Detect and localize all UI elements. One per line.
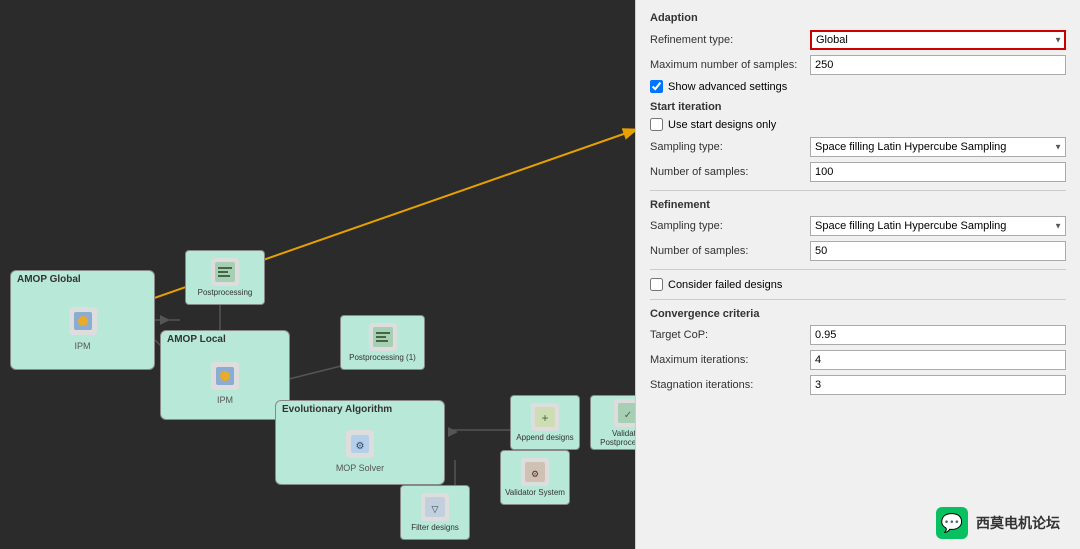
validator-system-label: Validator System <box>505 488 565 497</box>
divider-1 <box>650 190 1066 191</box>
num-samples-start-row: Number of samples: <box>650 162 1066 182</box>
watermark-text: 西莫电机论坛 <box>976 513 1060 533</box>
amop-global-icon <box>69 307 97 335</box>
postprocessing-label-2: Postprocessing (1) <box>349 353 416 362</box>
validator-system-node[interactable]: ⚙ Validator System <box>500 450 570 505</box>
amop-local-sub: IPM <box>217 395 233 405</box>
main-area: AMOP Global IPM <box>0 0 1080 549</box>
amop-global-node[interactable]: AMOP Global IPM <box>10 270 155 370</box>
max-samples-label: Maximum number of samples: <box>650 59 810 71</box>
append-designs-label: Append designs <box>516 433 573 442</box>
max-samples-row: Maximum number of samples: <box>650 55 1066 75</box>
filter-designs-node[interactable]: ▽ Filter designs <box>400 485 470 540</box>
validator-system-icon: ⚙ <box>521 458 549 486</box>
amop-global-sub: IPM <box>74 341 90 351</box>
num-samples-ref-row: Number of samples: <box>650 241 1066 261</box>
svg-text:✓: ✓ <box>623 410 631 421</box>
postprocessing-label-1: Postprocessing <box>198 288 253 297</box>
use-start-designs-row: Use start designs only <box>650 118 1066 131</box>
evolutionary-title: Evolutionary Algorithm <box>276 401 398 418</box>
sampling-type-ref-select[interactable]: Space filling Latin Hypercube Sampling <box>810 216 1066 236</box>
adaption-section-title: Adaption <box>650 12 1066 24</box>
amop-local-node[interactable]: AMOP Local IPM <box>160 330 290 420</box>
svg-text:▽: ▽ <box>432 504 439 514</box>
convergence-title: Convergence criteria <box>650 308 1066 320</box>
evolutionary-icon: ⚙ <box>346 430 374 458</box>
show-advanced-checkbox[interactable] <box>650 80 663 93</box>
start-iteration-title: Start iteration <box>650 101 1066 113</box>
divider-2 <box>650 269 1066 270</box>
refinement-type-row: Refinement type: Global <box>650 30 1066 50</box>
wechat-icon: 💬 <box>936 507 968 539</box>
amop-local-title: AMOP Local <box>161 331 232 348</box>
target-cop-label: Target CoP: <box>650 329 810 341</box>
num-samples-start-label: Number of samples: <box>650 166 810 178</box>
amop-global-title: AMOP Global <box>11 271 87 288</box>
sampling-type-ref-row: Sampling type: Space filling Latin Hyper… <box>650 216 1066 236</box>
filter-designs-label: Filter designs <box>411 523 459 532</box>
max-samples-input[interactable] <box>810 55 1066 75</box>
sampling-type-start-label: Sampling type: <box>650 141 810 153</box>
postprocessing-icon-2 <box>369 323 397 351</box>
max-iterations-input[interactable] <box>810 350 1066 370</box>
num-samples-start-input[interactable] <box>810 162 1066 182</box>
use-start-designs-label: Use start designs only <box>668 119 776 131</box>
postprocessing-node-1[interactable]: Postprocessing <box>185 250 265 305</box>
svg-text:⚙: ⚙ <box>531 469 539 479</box>
max-iterations-row: Maximum iterations: <box>650 350 1066 370</box>
refinement-type-label: Refinement type: <box>650 34 810 46</box>
use-start-designs-checkbox[interactable] <box>650 118 663 131</box>
stagnation-row: Stagnation iterations: <box>650 375 1066 395</box>
append-designs-icon: + <box>531 403 559 431</box>
svg-text:⚙: ⚙ <box>356 441 365 452</box>
svg-text:+: + <box>541 411 548 425</box>
filter-designs-icon: ▽ <box>421 493 449 521</box>
workflow-canvas: AMOP Global IPM <box>0 0 640 549</box>
sampling-type-start-select[interactable]: Space filling Latin Hypercube Sampling <box>810 137 1066 157</box>
stagnation-input[interactable] <box>810 375 1066 395</box>
evolutionary-sub: MOP Solver <box>336 463 384 473</box>
sampling-type-ref-select-wrapper[interactable]: Space filling Latin Hypercube Sampling <box>810 216 1066 236</box>
num-samples-ref-input[interactable] <box>810 241 1066 261</box>
postprocessing-node-2[interactable]: Postprocessing (1) <box>340 315 425 370</box>
consider-failed-checkbox[interactable] <box>650 278 663 291</box>
refinement-title: Refinement <box>650 199 1066 211</box>
max-iterations-label: Maximum iterations: <box>650 354 810 366</box>
amop-local-icon <box>211 362 239 390</box>
postprocessing-icon-1 <box>211 258 239 286</box>
stagnation-label: Stagnation iterations: <box>650 379 810 391</box>
divider-3 <box>650 299 1066 300</box>
watermark: 💬 西莫电机论坛 <box>936 507 1060 539</box>
evolutionary-algorithm-node[interactable]: Evolutionary Algorithm ⚙ MOP Solver <box>275 400 445 485</box>
target-cop-row: Target CoP: <box>650 325 1066 345</box>
consider-failed-row: Consider failed designs <box>650 278 1066 291</box>
sampling-type-start-select-wrapper[interactable]: Space filling Latin Hypercube Sampling <box>810 137 1066 157</box>
consider-failed-label: Consider failed designs <box>668 279 782 291</box>
show-advanced-row: Show advanced settings <box>650 80 1066 93</box>
append-designs-node[interactable]: + Append designs <box>510 395 580 450</box>
settings-panel: Adaption Refinement type: Global Maximum… <box>635 0 1080 549</box>
target-cop-input[interactable] <box>810 325 1066 345</box>
show-advanced-label: Show advanced settings <box>668 81 787 93</box>
sampling-type-start-row: Sampling type: Space filling Latin Hyper… <box>650 137 1066 157</box>
num-samples-ref-label: Number of samples: <box>650 245 810 257</box>
refinement-type-select[interactable]: Global <box>810 30 1066 50</box>
sampling-type-ref-label: Sampling type: <box>650 220 810 232</box>
refinement-type-select-wrapper[interactable]: Global <box>810 30 1066 50</box>
